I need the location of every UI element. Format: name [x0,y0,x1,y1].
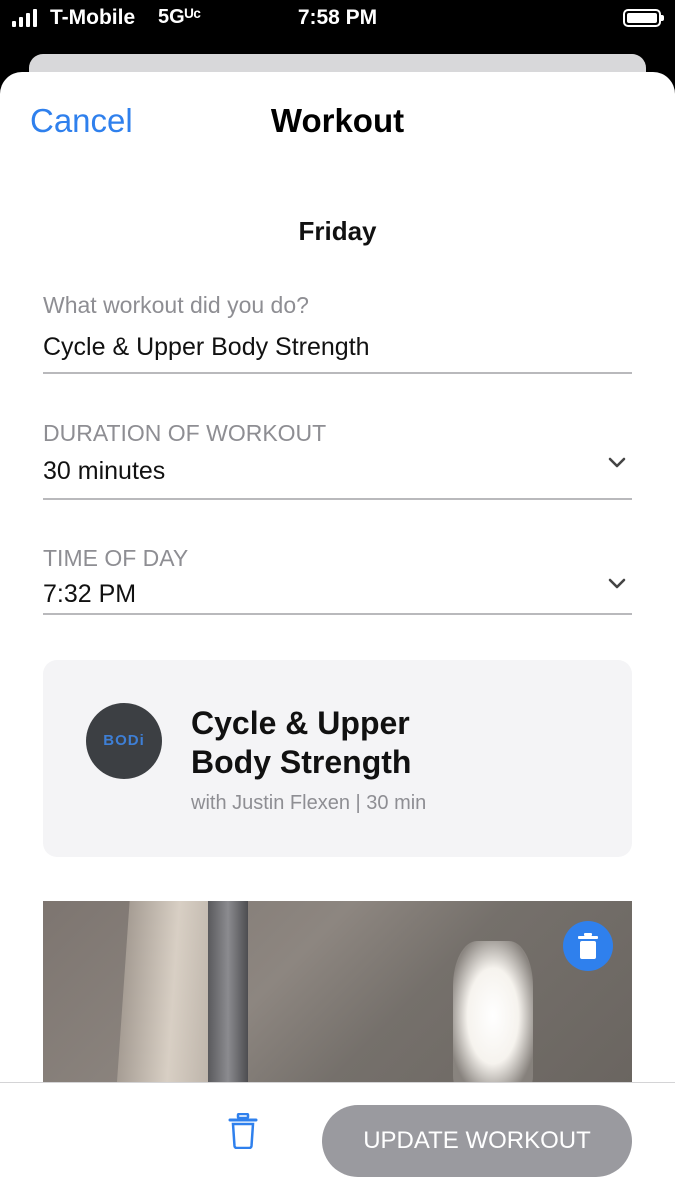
workout-card-subtitle: with Justin Flexen | 30 min [191,792,427,814]
trash-icon [578,933,598,959]
delete-photo-button[interactable] [563,921,613,971]
battery-icon [623,9,664,27]
duration-select[interactable]: DURATION OF WORKOUT 30 minutes [43,420,632,500]
day-label: Friday [298,216,377,246]
workout-card-title: Cycle & Upper Body Strength [191,705,412,780]
duration-label: DURATION OF WORKOUT [43,420,327,446]
workout-name-label: What workout did you do? [43,292,309,318]
status-time: 7:58 PM [297,6,378,29]
workout-card[interactable]: BODi Cycle & Upper Body Strength with Ju… [43,660,632,857]
workout-photo [43,901,632,1091]
status-bar: T-Mobile 5Gᵁᶜ 7:58 PM [0,0,675,40]
chevron-down-icon[interactable] [608,575,626,593]
workout-name-value[interactable]: Cycle & Upper Body Strength [43,333,632,362]
bodi-logo: BODi [86,703,162,779]
time-of-day-label: TIME OF DAY [43,545,189,571]
logo-text: BODi [103,732,145,749]
update-workout-button[interactable]: UPDATE WORKOUT [322,1105,632,1177]
footer-bar: UPDATE WORKOUT [0,1082,675,1200]
chevron-down-icon[interactable] [608,454,626,472]
workout-name-field[interactable]: What workout did you do? Cycle & Upper B… [43,292,632,374]
time-of-day-select[interactable]: TIME OF DAY 7:32 PM [43,545,632,615]
duration-value[interactable]: 30 minutes [43,457,632,486]
time-of-day-value[interactable]: 7:32 PM [43,580,632,609]
cancel-button[interactable]: Cancel [30,102,133,140]
trash-icon[interactable] [228,1113,258,1149]
workout-sheet: Cancel Workout Friday What workout did y… [0,72,675,1200]
